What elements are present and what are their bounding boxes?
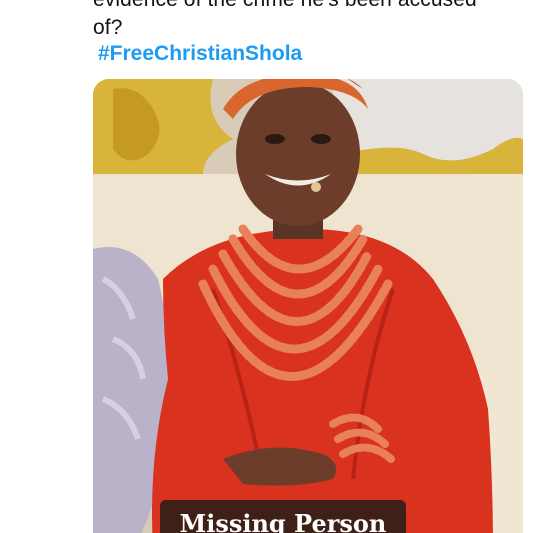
- left-eye: [265, 134, 285, 144]
- tweet-media-image[interactable]: [93, 79, 523, 533]
- hands: [223, 447, 337, 486]
- photo-illustration: [93, 79, 523, 533]
- hashtag-link[interactable]: #FreeChristianShola: [98, 42, 302, 66]
- missing-person-label: Missing Person: [160, 500, 406, 533]
- tweet-post: evidence of the crime he's been accused …: [0, 0, 540, 533]
- tweet-text-line: of?: [93, 16, 123, 39]
- face: [236, 82, 360, 226]
- tweet-body-text: evidence of the crime he's been accused …: [93, 0, 533, 42]
- earring: [311, 182, 321, 192]
- right-eye: [311, 134, 331, 144]
- tweet-text-line: evidence of the crime he's been accused: [93, 0, 533, 14]
